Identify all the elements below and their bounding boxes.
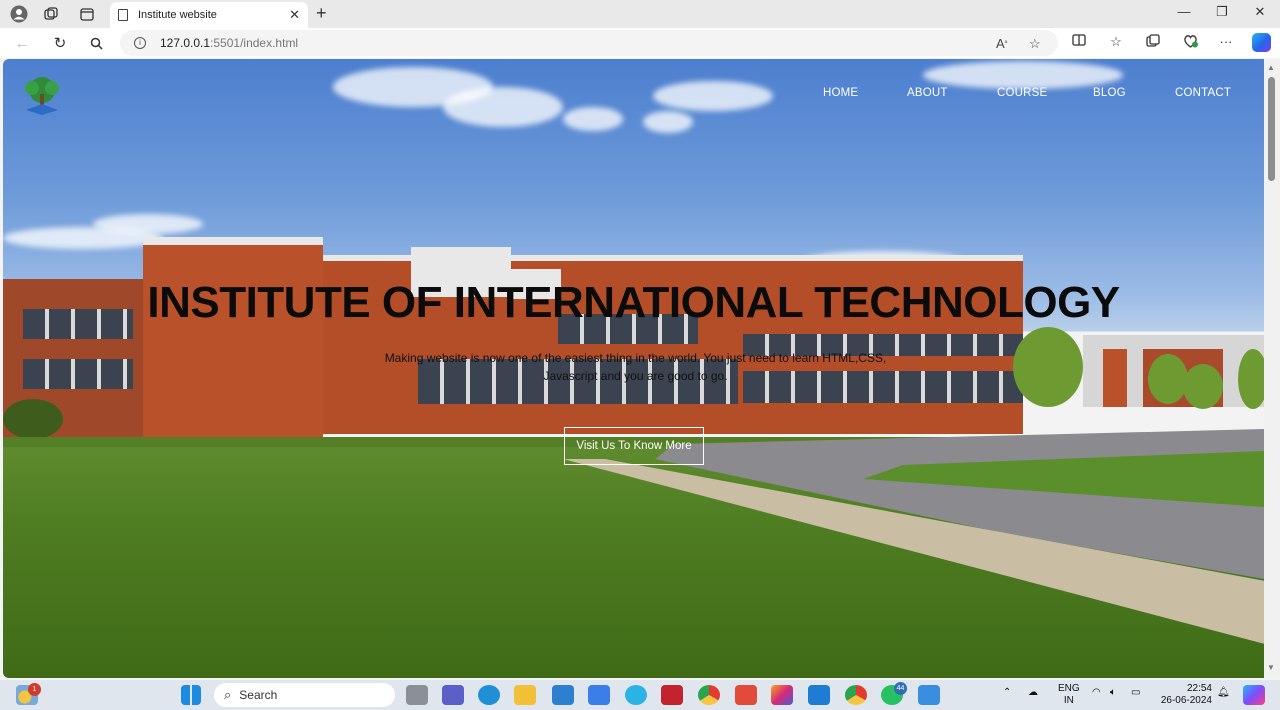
start-windows-icon[interactable] xyxy=(181,685,201,705)
taskbar-search[interactable]: ⌕ Search xyxy=(214,683,395,707)
page-viewport: HOME ABOUT COURSE BLOG CONTACT INSTITUTE… xyxy=(3,59,1264,678)
copilot-taskbar-icon[interactable] xyxy=(1243,685,1265,705)
tab-title: Institute website xyxy=(138,9,217,21)
nav-about[interactable]: ABOUT xyxy=(907,87,948,99)
edge-icon[interactable] xyxy=(478,685,500,705)
close-tab-icon[interactable]: ✕ xyxy=(289,7,300,23)
favorites-icon[interactable]: ☆ xyxy=(1106,34,1126,50)
notifications-bell-icon[interactable]: 🔔︎ xyxy=(1217,687,1230,698)
browser-window: Institute website ✕ + — ❐ ✕ ← ↻ i 127.0.… xyxy=(0,0,1280,710)
browser-toolbar: ← ↻ i 127.0.0.1 :5501/index.html Aₐ ☆ ☆ … xyxy=(0,28,1280,58)
volume-icon[interactable]: 🔈︎ xyxy=(1110,687,1116,698)
minimize-icon[interactable]: — xyxy=(1173,4,1195,19)
nav-course[interactable]: COURSE xyxy=(997,87,1047,99)
whatsapp-badge: 44 xyxy=(894,682,907,695)
task-view-icon[interactable] xyxy=(406,685,428,705)
close-window-icon[interactable]: ✕ xyxy=(1249,4,1271,20)
mcafee-icon[interactable] xyxy=(661,685,683,705)
url-path: :5501/index.html xyxy=(210,36,299,50)
mysql-icon[interactable] xyxy=(552,685,574,705)
clock-time: 22:54 xyxy=(1186,683,1212,694)
scroll-up-icon[interactable]: ▲ xyxy=(1267,63,1275,72)
taskbar-search-placeholder: Search xyxy=(239,688,278,702)
pinned-app-icon[interactable] xyxy=(625,685,647,705)
anydesk-icon[interactable] xyxy=(735,685,757,705)
onedrive-icon[interactable]: ☁ xyxy=(1028,687,1038,698)
browser-essentials-icon[interactable] xyxy=(1180,34,1200,51)
institute-logo[interactable] xyxy=(18,74,66,118)
vscode-icon[interactable] xyxy=(808,685,830,705)
favorite-star-icon[interactable]: ☆ xyxy=(1029,36,1041,52)
search-icon[interactable] xyxy=(85,33,107,53)
read-aloud-icon[interactable]: Aₐ xyxy=(996,36,1007,51)
instagram-icon[interactable] xyxy=(771,685,793,705)
file-explorer-icon[interactable] xyxy=(514,685,536,705)
workspaces-icon[interactable] xyxy=(40,4,62,24)
weather-badge: 1 xyxy=(28,683,41,696)
nav-home[interactable]: HOME xyxy=(823,87,858,99)
split-screen-icon[interactable] xyxy=(1069,34,1089,49)
chrome-profile-icon[interactable] xyxy=(845,685,867,705)
chrome-icon[interactable] xyxy=(698,685,720,705)
tab-actions-icon[interactable] xyxy=(76,4,98,24)
windows-taskbar: 1 ⌕ Search 44 ⌃ ☁ ENG IN ◠ 🔈︎ ▭ 22:54 26… xyxy=(0,680,1280,710)
search-icon: ⌕ xyxy=(224,687,232,702)
new-tab-icon[interactable]: + xyxy=(316,3,327,24)
back-icon[interactable]: ← xyxy=(11,33,33,53)
reload-icon[interactable]: ↻ xyxy=(49,33,71,53)
photos-icon[interactable] xyxy=(918,685,940,705)
page-scrollbar[interactable]: ▲ ▼ xyxy=(1264,59,1280,678)
collections-icon[interactable] xyxy=(1143,34,1163,51)
tab-institute-website[interactable]: Institute website ✕ xyxy=(110,2,308,28)
language-indicator[interactable]: ENG IN xyxy=(1058,683,1080,707)
scroll-down-icon[interactable]: ▼ xyxy=(1267,663,1275,672)
visit-us-button[interactable]: Visit Us To Know More xyxy=(564,427,704,465)
language-code: ENG xyxy=(1058,683,1080,694)
site-info-icon[interactable]: i xyxy=(134,37,146,49)
clock-date: 26-06-2024 xyxy=(1160,695,1212,706)
url-host: 127.0.0.1 xyxy=(160,36,211,50)
more-options-icon[interactable]: ··· xyxy=(1216,34,1236,49)
nav-blog[interactable]: BLOG xyxy=(1093,87,1126,99)
system-clock[interactable]: 22:54 26-06-2024 xyxy=(1156,683,1212,707)
store-icon[interactable] xyxy=(588,685,610,705)
region-code: IN xyxy=(1063,695,1074,706)
hero-headline: INSTITUTE OF INTERNATIONAL TECHNOLOGY xyxy=(147,278,1120,327)
hero-subtitle: Making website is now one of the easiest… xyxy=(384,351,887,383)
scrollbar-thumb[interactable] xyxy=(1268,77,1275,181)
chat-icon[interactable] xyxy=(442,685,464,705)
battery-icon[interactable]: ▭ xyxy=(1131,687,1140,698)
address-bar[interactable]: i 127.0.0.1 :5501/index.html Aₐ ☆ xyxy=(120,30,1058,56)
profile-icon[interactable] xyxy=(8,4,30,24)
maximize-icon[interactable]: ❐ xyxy=(1211,4,1233,20)
page-icon xyxy=(118,9,128,21)
wifi-icon[interactable]: ◠ xyxy=(1092,687,1101,698)
copilot-icon[interactable] xyxy=(1252,33,1271,52)
tab-bar: Institute website ✕ + — ❐ ✕ xyxy=(0,0,1280,28)
show-hidden-icons[interactable]: ⌃ xyxy=(1003,687,1011,698)
nav-contact[interactable]: CONTACT xyxy=(1175,87,1231,99)
